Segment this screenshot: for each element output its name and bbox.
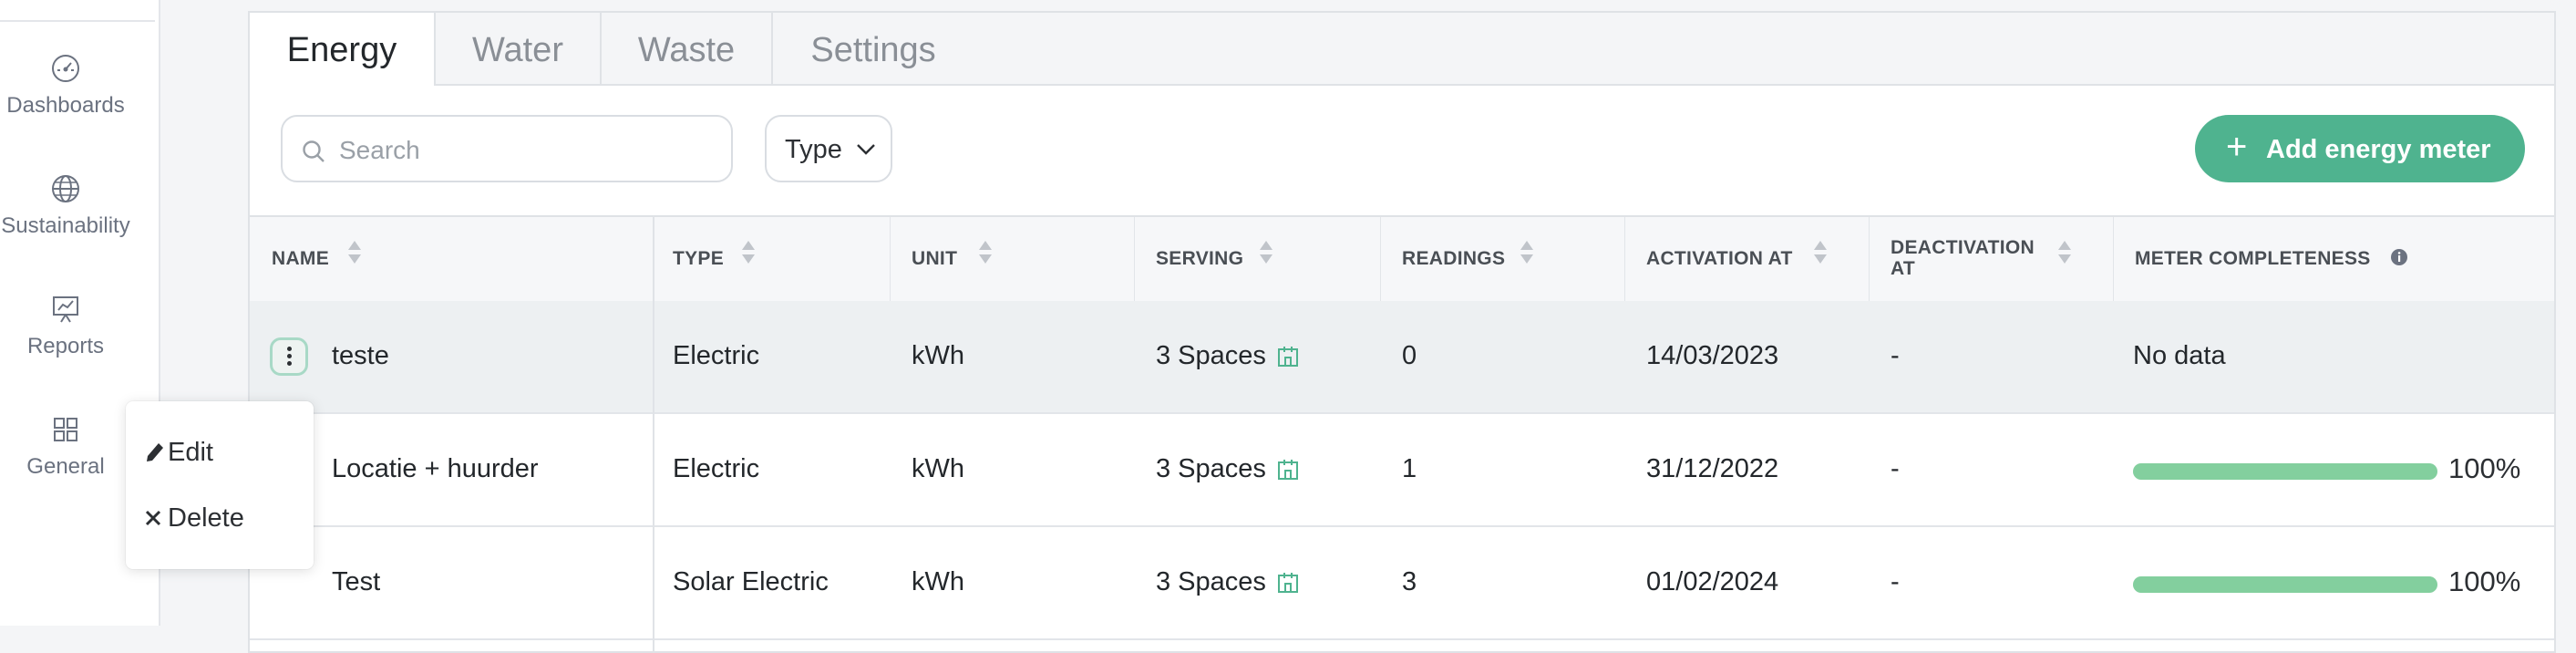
tab-energy[interactable]: Energy — [250, 13, 436, 86]
sidebar-item-dashboards[interactable]: Dashboards — [0, 53, 131, 119]
cell-type: Electric — [673, 454, 760, 483]
cell-activation-at: 14/03/2023 — [1646, 341, 1779, 370]
cell-serving[interactable]: 3 Spaces — [1156, 341, 1266, 371]
sidebar-item-label: General — [26, 454, 105, 479]
tab-bar: Energy Water Waste Settings — [250, 13, 2554, 86]
add-energy-meter-button[interactable]: + Add energy meter — [2195, 115, 2525, 182]
completeness-bar — [2133, 576, 2437, 593]
completeness-bar-fill — [2133, 463, 2437, 480]
sidebar-item-sustainability[interactable]: Sustainability — [0, 173, 131, 239]
tab-settings[interactable]: Settings — [773, 13, 974, 84]
table-row[interactable]: teste Electric kWh 3 Spaces 0 14/03/2023… — [250, 301, 2554, 414]
globe-icon — [0, 173, 131, 204]
sort-icon — [979, 241, 992, 264]
cell-unit: kWh — [912, 454, 964, 483]
gauge-icon — [0, 53, 131, 84]
cell-name[interactable]: Test — [332, 567, 380, 597]
name-column-divider — [653, 215, 654, 653]
search-box[interactable] — [281, 115, 733, 182]
menu-item-label: Delete — [168, 503, 244, 533]
sort-icon — [1260, 241, 1273, 264]
completeness-bar — [2133, 463, 2437, 480]
sidebar-item-label: Dashboards — [6, 93, 125, 118]
sidebar-divider — [0, 20, 155, 22]
building-icon — [1276, 345, 1300, 373]
cell-activation-at: 01/02/2024 — [1646, 567, 1779, 596]
cell-meter-completeness: No data — [2133, 341, 2226, 370]
menu-item-label: Edit — [168, 438, 213, 467]
cell-unit: kWh — [912, 341, 964, 370]
cell-deactivation-at: - — [1891, 567, 1900, 596]
table-row[interactable]: Test Solar Electric kWh 3 Spaces 3 01/02… — [250, 527, 2554, 640]
sort-icon — [1520, 241, 1533, 264]
table-row[interactable]: Locatie + huurder Electric kWh 3 Spaces … — [250, 414, 2554, 527]
cell-type: Solar Electric — [673, 567, 829, 596]
type-filter-dropdown[interactable]: Type — [765, 115, 892, 182]
cell-readings: 1 — [1402, 454, 1417, 483]
tab-water[interactable]: Water — [436, 13, 602, 84]
sort-icon — [1814, 241, 1827, 264]
cell-serving[interactable]: 3 Spaces — [1156, 454, 1266, 484]
cell-deactivation-at: - — [1891, 454, 1900, 483]
sort-icon — [2058, 241, 2071, 264]
info-icon[interactable] — [2390, 248, 2408, 272]
row-actions-button[interactable] — [270, 337, 308, 376]
cell-readings: 3 — [1402, 567, 1417, 596]
plus-icon: + — [2226, 127, 2248, 167]
sort-icon — [742, 241, 755, 264]
cell-deactivation-at: - — [1891, 341, 1900, 370]
cell-serving[interactable]: 3 Spaces — [1156, 567, 1266, 597]
grid-icon — [0, 414, 131, 445]
sidebar-item-general[interactable]: General — [0, 414, 131, 480]
cell-readings: 0 — [1402, 341, 1417, 370]
search-input[interactable] — [337, 130, 724, 171]
energy-meters-panel: Energy Water Waste Settings Type + Add e… — [248, 11, 2556, 653]
presentation-chart-icon — [0, 294, 131, 325]
building-icon — [1276, 458, 1300, 486]
row-context-menu: Edit Delete — [126, 401, 314, 569]
sidebar-item-label: Sustainability — [1, 213, 130, 238]
cell-name[interactable]: Locatie + huurder — [332, 454, 539, 484]
add-button-label: Add energy meter — [2266, 135, 2491, 164]
pencil-icon — [144, 440, 166, 471]
completeness-percent: 100% — [2448, 565, 2521, 597]
cell-activation-at: 31/12/2022 — [1646, 454, 1779, 483]
sidebar-item-reports[interactable]: Reports — [0, 294, 131, 359]
menu-item-edit[interactable]: Edit — [147, 438, 213, 468]
cell-name[interactable]: teste — [332, 341, 389, 371]
building-icon — [1276, 571, 1300, 599]
cell-type: Electric — [673, 341, 760, 370]
menu-item-delete[interactable]: Delete — [145, 503, 244, 534]
close-icon — [144, 505, 164, 536]
tab-waste[interactable]: Waste — [602, 13, 773, 84]
sort-icon — [348, 241, 361, 264]
table-header: NAME TYPE UNIT SERVING READINGS ACTIVATI… — [250, 215, 2554, 303]
cell-unit: kWh — [912, 567, 964, 596]
sidebar-item-label: Reports — [26, 334, 105, 358]
completeness-bar-fill — [2133, 576, 2437, 593]
type-filter-label: Type — [785, 135, 842, 164]
completeness-percent: 100% — [2448, 452, 2521, 484]
